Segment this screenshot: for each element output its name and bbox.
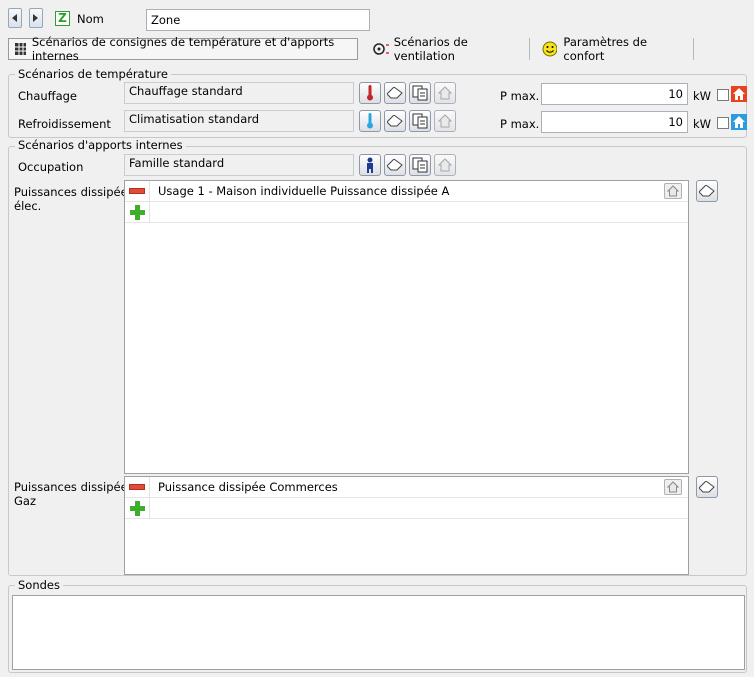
elec-dissipated-list: Usage 1 - Maison individuelle Puissance … <box>124 180 689 474</box>
heating-erase-button[interactable] <box>384 82 406 104</box>
house-library-icon <box>667 481 679 493</box>
copy-icon <box>412 113 428 129</box>
heating-house-icon[interactable] <box>731 86 747 102</box>
cooling-label: Refroidissement <box>18 117 111 131</box>
list-item-label: Usage 1 - Maison individuelle Puissance … <box>158 184 450 198</box>
minus-icon <box>129 188 145 194</box>
occupation-library-button[interactable] <box>434 154 456 176</box>
gaz-erase-button[interactable] <box>696 476 718 498</box>
cooling-scenario-field[interactable]: Climatisation standard <box>124 110 354 132</box>
minus-icon <box>129 484 145 490</box>
house-library-icon <box>438 158 452 172</box>
plus-icon <box>129 204 145 220</box>
eraser-icon <box>699 481 715 493</box>
internal-gains-group-title: Scénarios d'apports internes <box>15 138 186 152</box>
heating-copy-button[interactable] <box>409 82 431 104</box>
add-item-button[interactable] <box>125 498 150 518</box>
remove-item-button[interactable] <box>125 181 150 201</box>
add-row[interactable] <box>125 498 688 519</box>
arrow-right-icon <box>33 14 38 22</box>
add-item-button[interactable] <box>125 202 150 222</box>
zone-icon: Z <box>55 11 70 26</box>
temperature-group-title: Scénarios de température <box>15 67 171 81</box>
gaz-label-line1: Puissances dissipées <box>14 480 134 494</box>
cooling-thermometer-button[interactable] <box>359 110 381 132</box>
eraser-icon <box>699 185 715 197</box>
gaz-dissipated-list: Puissance dissipée Commerces <box>124 476 689 575</box>
occupation-copy-button[interactable] <box>409 154 431 176</box>
list-item[interactable]: Puissance dissipée Commerces <box>125 477 688 498</box>
tab-ventilation-scenarios[interactable]: Scénarios de ventilation <box>366 35 530 63</box>
add-row[interactable] <box>125 202 688 223</box>
sondes-list[interactable] <box>12 595 745 670</box>
house-cool-icon <box>733 116 745 128</box>
arrow-left-icon <box>12 14 17 22</box>
tab-setpoint-scenarios[interactable]: Scénarios de consignes de température et… <box>8 35 358 63</box>
thermometer-red-icon <box>367 85 373 101</box>
cooling-checkbox[interactable] <box>717 117 729 129</box>
copy-icon <box>412 157 428 173</box>
occupation-scenario-field[interactable]: Famille standard <box>124 154 354 176</box>
plus-icon <box>129 500 145 516</box>
elec-label-line1: Puissances dissipées <box>14 185 134 199</box>
occupation-person-button[interactable] <box>359 154 381 176</box>
cooling-library-button[interactable] <box>434 110 456 132</box>
cooling-pmax-input[interactable]: 10 <box>541 111 688 133</box>
gaz-dissipated-label: Puissances dissipées Gaz <box>14 480 134 508</box>
eraser-icon <box>387 87 403 99</box>
cooling-unit-label: kW <box>693 117 712 131</box>
eraser-icon <box>387 115 403 127</box>
person-icon <box>367 157 373 173</box>
list-item[interactable]: Usage 1 - Maison individuelle Puissance … <box>125 181 688 202</box>
occupation-label: Occupation <box>18 160 84 174</box>
house-heat-icon <box>733 88 745 100</box>
heating-library-button[interactable] <box>434 82 456 104</box>
heating-pmax-label: P max. <box>500 89 540 103</box>
heating-pmax-input[interactable]: 10 <box>541 83 688 105</box>
copy-icon <box>412 85 428 101</box>
previous-button[interactable] <box>8 8 22 28</box>
occupation-erase-button[interactable] <box>384 154 406 176</box>
heating-checkbox[interactable] <box>717 89 729 101</box>
house-library-icon <box>438 86 452 100</box>
eraser-icon <box>387 159 403 171</box>
name-label: Nom <box>77 12 104 26</box>
gaz-label-line2: Gaz <box>14 494 36 508</box>
smiley-icon <box>542 41 558 57</box>
name-input[interactable]: Zone <box>146 9 370 31</box>
house-library-icon <box>667 185 679 197</box>
item-library-button[interactable] <box>664 183 682 199</box>
thermometer-blue-icon <box>367 113 373 129</box>
cooling-erase-button[interactable] <box>384 110 406 132</box>
cooling-copy-button[interactable] <box>409 110 431 132</box>
sondes-group-title: Sondes <box>15 578 63 592</box>
house-library-icon <box>438 114 452 128</box>
grid-icon <box>15 43 26 55</box>
ventilation-icon <box>373 43 389 55</box>
heating-thermometer-button[interactable] <box>359 82 381 104</box>
elec-label-line2: élec. <box>14 199 42 213</box>
heating-unit-label: kW <box>693 89 712 103</box>
cooling-house-icon[interactable] <box>731 114 747 130</box>
tab-comfort-parameters[interactable]: Paramètres de confort <box>536 35 694 63</box>
cooling-pmax-label: P max. <box>500 117 540 131</box>
item-library-button[interactable] <box>664 479 682 495</box>
tab-label: Paramètres de confort <box>563 35 648 63</box>
heating-label: Chauffage <box>18 89 77 103</box>
list-item-label: Puissance dissipée Commerces <box>158 480 338 494</box>
next-button[interactable] <box>29 8 43 28</box>
remove-item-button[interactable] <box>125 477 150 497</box>
heating-scenario-field[interactable]: Chauffage standard <box>124 82 354 104</box>
elec-dissipated-label: Puissances dissipées élec. <box>14 185 134 213</box>
tab-label: Scénarios de ventilation <box>393 35 468 63</box>
tab-label: Scénarios de consignes de température et… <box>31 35 335 63</box>
elec-erase-button[interactable] <box>696 180 718 202</box>
